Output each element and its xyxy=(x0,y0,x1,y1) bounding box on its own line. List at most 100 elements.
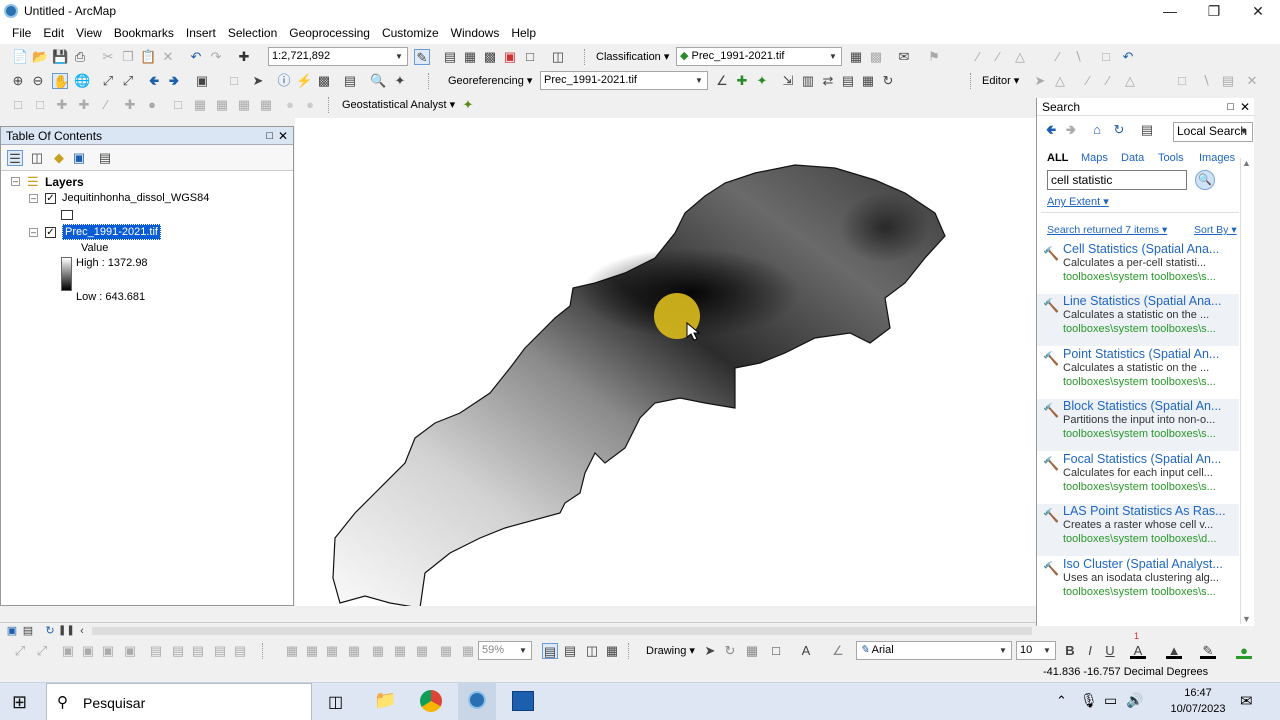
list-by-visibility-icon[interactable]: ◆ xyxy=(51,150,67,166)
layout-view-icon[interactable]: ▤ xyxy=(20,623,36,639)
redo-icon[interactable]: ↷ xyxy=(208,49,224,65)
search-result-item[interactable]: 🔨 LAS Point Statistics As Ras... Creates… xyxy=(1037,504,1239,556)
layers-root-label[interactable]: Layers xyxy=(45,175,84,189)
layer1-name[interactable]: Jequitinhonha_dissol_WGS84 xyxy=(62,192,209,204)
bring-front-icon[interactable]: ▣ xyxy=(100,643,116,659)
bold-button[interactable]: B xyxy=(1062,643,1078,659)
search-forward-icon[interactable]: 🢂 xyxy=(1063,122,1079,138)
attributes-icon[interactable]: ▤ xyxy=(1220,73,1236,89)
font-combo[interactable]: ✎ Arial ▼ xyxy=(856,641,1012,660)
arctoolbox-icon[interactable]: ▣ xyxy=(502,49,518,65)
search-result-item[interactable]: 🔨 Point Statistics (Spatial An... Calcul… xyxy=(1037,347,1239,399)
search-result-item[interactable]: 🔨 Line Statistics (Spatial Ana... Calcul… xyxy=(1037,294,1239,346)
toolbar-grip[interactable] xyxy=(262,643,266,659)
menu-file[interactable]: File xyxy=(6,26,37,40)
classification-menu[interactable]: Classification ▾ xyxy=(596,50,669,63)
save-icon[interactable]: 💾 xyxy=(52,49,68,65)
clock-date[interactable]: 10/07/2023 xyxy=(1166,703,1230,715)
zoom-out-layout-icon[interactable]: ▦ xyxy=(324,643,340,659)
microphone-icon[interactable]: 🎙 xyxy=(1080,692,1098,709)
search-returned-link[interactable]: Search returned 7 items ▾ xyxy=(1047,224,1167,236)
open-icon[interactable]: 📂 xyxy=(32,49,48,65)
select-elements-draw-icon[interactable]: ➤ xyxy=(702,643,718,659)
geostatistical-wizard-icon[interactable]: ✦ xyxy=(460,97,476,113)
catalog-window-icon[interactable]: ▦ xyxy=(462,49,478,65)
align-center-icon[interactable]: ▤ xyxy=(170,643,186,659)
toolbar-grip[interactable] xyxy=(628,643,632,659)
result-title[interactable]: Cell Statistics (Spatial Ana... xyxy=(1063,242,1237,256)
layer1-visibility-checkbox[interactable]: ✓ xyxy=(45,193,56,204)
link-table-icon[interactable]: ✦ xyxy=(754,73,770,89)
next-extent-layout-icon[interactable]: ▦ xyxy=(438,643,454,659)
forward-extent-icon[interactable]: 🢂 xyxy=(166,73,182,89)
search-autohide-icon[interactable]: □ xyxy=(1227,98,1234,116)
result-title[interactable]: Block Statistics (Spatial An... xyxy=(1063,399,1237,413)
menu-windows[interactable]: Windows xyxy=(445,26,506,40)
search-result-item[interactable]: 🔨 Focal Statistics (Spatial An... Calcul… xyxy=(1037,452,1239,504)
pause-drawing-icon[interactable]: ❚❚ xyxy=(58,623,75,639)
georeferencing-layer-combo[interactable]: Prec_1991-2021.tif ▼ xyxy=(540,71,708,90)
straight-segment-icon[interactable]: ∕ xyxy=(1080,73,1096,89)
toc-window-icon[interactable]: ▤ xyxy=(442,49,458,65)
validate-all-icon[interactable]: ▦ xyxy=(258,97,274,113)
taskbar-search-box[interactable]: ⚲ Pesquisar xyxy=(46,683,312,720)
hyperlink-icon[interactable]: ⚡ xyxy=(296,73,312,89)
map-display[interactable] xyxy=(295,118,1036,609)
construct-icon[interactable]: □ xyxy=(170,97,186,113)
arcmap-taskbar-icon[interactable] xyxy=(458,683,496,720)
clear-selection-icon[interactable]: □ xyxy=(226,73,242,89)
align-bottom-icon[interactable]: ▤ xyxy=(232,643,248,659)
focus-data-frame-icon[interactable]: ▤ xyxy=(562,643,578,659)
list-by-source-icon[interactable]: ◫ xyxy=(29,150,45,166)
task-view-icon[interactable]: ◫ xyxy=(328,692,343,712)
scroll-up-icon[interactable]: ▲ xyxy=(1242,158,1251,168)
search-tab-tools[interactable]: Tools xyxy=(1158,152,1184,164)
result-title[interactable]: LAS Point Statistics As Ras... xyxy=(1063,504,1237,518)
zoom-out-icon[interactable]: ⊖ xyxy=(30,73,46,89)
search-options-icon[interactable]: ▤ xyxy=(1139,122,1155,138)
trace-tool-icon[interactable]: ∕ xyxy=(990,49,1006,65)
search-tab-maps[interactable]: Maps xyxy=(1081,152,1108,164)
search-result-item[interactable]: 🔨 Iso Cluster (Spatial Analyst... Uses a… xyxy=(1037,557,1239,609)
legend-color-ramp[interactable] xyxy=(61,257,72,291)
search-tab-images[interactable]: Images xyxy=(1199,152,1235,164)
html-popup-icon[interactable]: ▩ xyxy=(316,73,332,89)
scale-icon[interactable]: ⇲ xyxy=(780,73,796,89)
end-point-arc-icon[interactable]: ∕ xyxy=(1100,73,1116,89)
search-result-item[interactable]: 🔨 Cell Statistics (Spatial Ana... Calcul… xyxy=(1037,242,1239,294)
chrome-icon[interactable] xyxy=(420,690,442,712)
georeferencing-menu[interactable]: Georeferencing ▾ xyxy=(448,74,532,87)
search-close-icon[interactable]: ✕ xyxy=(1240,98,1250,116)
fix-error-icon[interactable]: ✚ xyxy=(54,97,70,113)
menu-bookmarks[interactable]: Bookmarks xyxy=(108,26,180,40)
polygon-tool-icon[interactable]: △ xyxy=(1012,49,1028,65)
zoom-in-layout-icon[interactable]: ▦ xyxy=(304,643,320,659)
search-tab-all[interactable]: ALL xyxy=(1047,152,1068,164)
validate-selection-icon[interactable]: ▦ xyxy=(236,97,252,113)
layer2-collapse-icon[interactable]: – xyxy=(29,228,38,237)
shared-features-icon[interactable]: ✚ xyxy=(122,97,138,113)
toc-options-icon[interactable]: ▤ xyxy=(97,150,113,166)
list-by-selection-icon[interactable]: ▣ xyxy=(71,150,87,166)
file-explorer-icon[interactable]: 📁 xyxy=(374,690,396,711)
zoom-out-fixed-icon[interactable]: ⤢ xyxy=(34,643,50,659)
class-breaks-icon[interactable]: ▩ xyxy=(868,49,884,65)
map-topology-icon[interactable]: ∕ xyxy=(98,97,114,113)
search-result-item[interactable]: 🔨 Block Statistics (Spatial An... Partit… xyxy=(1037,399,1239,451)
copy-icon[interactable]: ❐ xyxy=(120,49,136,65)
italic-button[interactable]: I xyxy=(1082,643,1098,659)
toolbar-grip[interactable] xyxy=(428,73,432,89)
envelope-icon[interactable]: ✉ xyxy=(896,49,912,65)
print-icon[interactable]: ⎙ xyxy=(72,49,88,65)
editor-menu[interactable]: Editor ▾ xyxy=(982,74,1019,87)
delete-icon[interactable]: ✕ xyxy=(160,49,176,65)
line-color-icon[interactable]: ✎ xyxy=(1200,643,1216,659)
menu-help[interactable]: Help xyxy=(505,26,542,40)
close-button[interactable]: ✕ xyxy=(1236,0,1280,22)
menu-edit[interactable]: Edit xyxy=(37,26,70,40)
volume-icon[interactable]: 🔊 xyxy=(1126,692,1143,709)
model-builder-icon[interactable]: ◫ xyxy=(550,49,566,65)
search-go-icon[interactable]: 🔍 xyxy=(1195,170,1215,190)
search-refresh-icon[interactable]: ↻ xyxy=(1111,122,1127,138)
select-elements-icon[interactable]: ➤ xyxy=(250,73,266,89)
